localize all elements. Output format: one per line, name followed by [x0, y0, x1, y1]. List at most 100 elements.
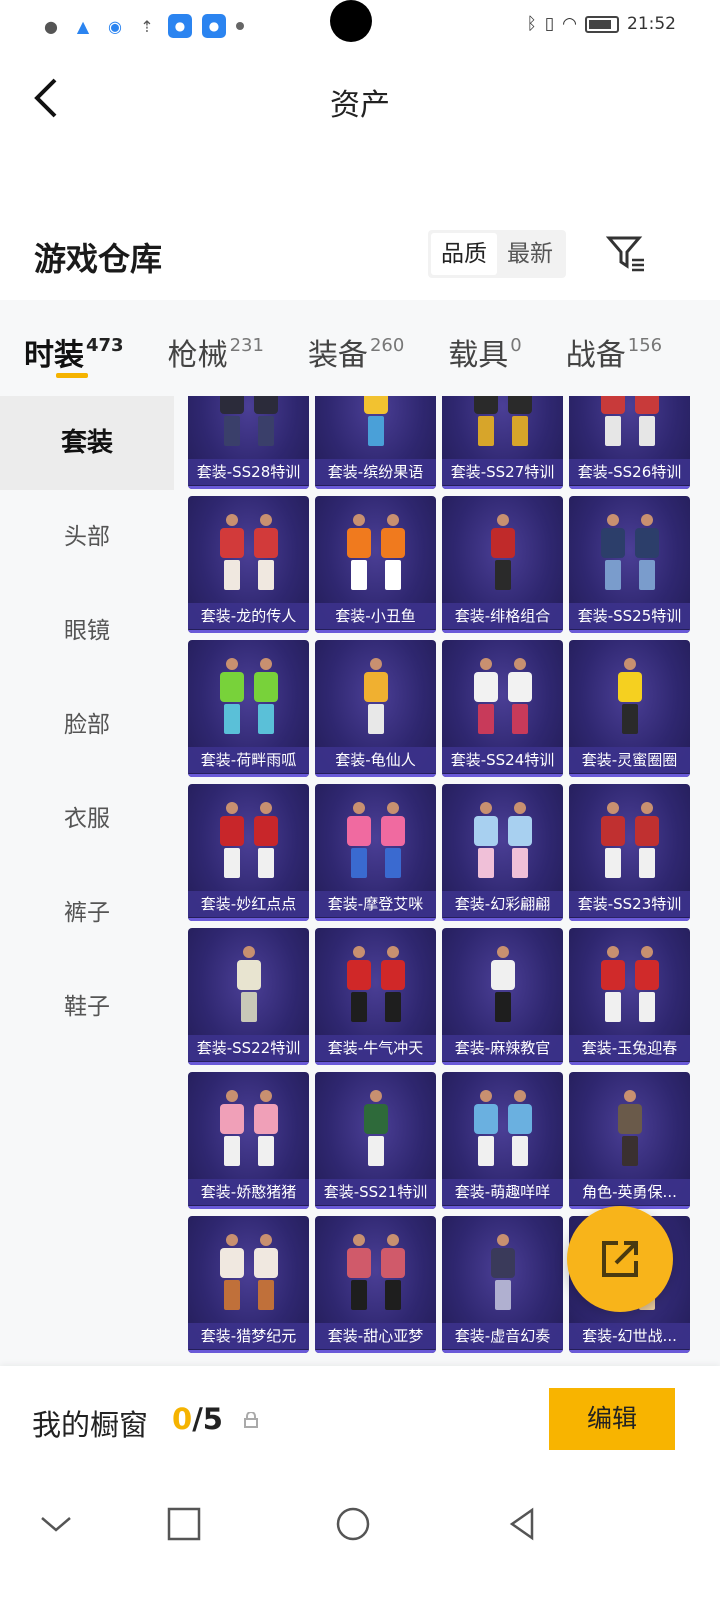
side-item-clothes[interactable]: 衣服	[0, 772, 174, 866]
item-card[interactable]: 套装-缤纷果语	[315, 396, 436, 489]
item-card[interactable]: 套装-摩登艾咪	[315, 784, 436, 921]
figure-torso	[634, 816, 659, 846]
figure-torso	[346, 960, 371, 990]
tab-label: 时装	[24, 338, 84, 373]
circle-icon[interactable]	[333, 1504, 373, 1544]
tab-equipment[interactable]: 装备 260	[308, 300, 404, 396]
figure-head	[259, 802, 272, 814]
qq-browser-icon: ◉	[108, 16, 122, 36]
figure-torso	[219, 528, 244, 558]
item-card[interactable]: 套装-猎梦纪元	[188, 1216, 309, 1353]
item-card[interactable]: 套装-SS27特训	[442, 396, 563, 489]
item-card[interactable]: 角色-英勇保...	[569, 1072, 690, 1209]
showcase-total: /5	[192, 1402, 223, 1436]
figure-torso	[490, 960, 515, 990]
item-card[interactable]: 套装-甜心亚梦	[315, 1216, 436, 1353]
item-thumbnail	[442, 396, 563, 454]
outfit-figure	[600, 946, 626, 1026]
item-card[interactable]: 套装-牛气冲天	[315, 928, 436, 1065]
item-card[interactable]: 套装-虚音幻奏	[442, 1216, 563, 1353]
item-card[interactable]: 套装-SS21特训	[315, 1072, 436, 1209]
showcase-label: 我的橱窗	[32, 1408, 149, 1442]
item-label: 套装-缤纷果语	[315, 459, 436, 485]
item-card[interactable]: 套装-绯格组合	[442, 496, 563, 633]
figure-head	[225, 802, 238, 814]
figure-legs	[477, 1136, 494, 1166]
side-item-head[interactable]: 头部	[0, 490, 174, 584]
vibrate-icon: ▯	[544, 14, 555, 34]
figure-torso	[253, 1104, 278, 1134]
figure-legs	[477, 704, 494, 734]
figure-legs	[511, 704, 528, 734]
item-card[interactable]: 套装-SS28特训	[188, 396, 309, 489]
square-icon[interactable]	[164, 1504, 204, 1544]
outfit-figure	[507, 658, 533, 738]
tab-fashion[interactable]: 时装 473	[24, 300, 124, 396]
outfit-figure	[380, 1234, 406, 1314]
outfit-figure	[507, 802, 533, 882]
figure-legs	[638, 416, 655, 446]
upload-icon: ⇡	[140, 16, 154, 36]
item-thumbnail	[315, 514, 436, 598]
item-thumbnail	[569, 396, 690, 454]
item-card[interactable]: 套装-SS23特训	[569, 784, 690, 921]
tab-guns[interactable]: 枪械 231	[168, 300, 264, 396]
item-card[interactable]: 套装-SS25特训	[569, 496, 690, 633]
side-item-suits[interactable]: 套装	[0, 396, 174, 490]
figure-torso	[219, 396, 244, 414]
figure-legs	[223, 416, 240, 446]
item-card[interactable]: 套装-灵蜜圈圈	[569, 640, 690, 777]
figure-torso	[617, 1104, 642, 1134]
showcase-current: 0	[172, 1402, 193, 1436]
item-card[interactable]: 套装-龙的传人	[188, 496, 309, 633]
figure-torso	[253, 528, 278, 558]
figure-torso	[490, 528, 515, 558]
edit-button[interactable]: 编辑	[549, 1388, 675, 1450]
side-item-shoes[interactable]: 鞋子	[0, 960, 174, 1054]
item-card[interactable]: 套装-SS22特训	[188, 928, 309, 1065]
figure-head	[496, 1234, 509, 1246]
item-card[interactable]: 套装-萌趣咩咩	[442, 1072, 563, 1209]
item-card[interactable]: 套装-SS26特训	[569, 396, 690, 489]
figure-torso	[253, 816, 278, 846]
dot-icon	[236, 22, 244, 30]
outfit-figure	[219, 1090, 245, 1170]
item-card[interactable]: 套装-玉兔迎春	[569, 928, 690, 1065]
filter-button[interactable]	[605, 232, 648, 274]
side-item-pants[interactable]: 裤子	[0, 866, 174, 960]
system-nav-bar	[0, 1476, 720, 1600]
chevron-down-icon[interactable]	[36, 1504, 76, 1544]
figure-head	[479, 802, 492, 814]
outfit-figure	[346, 802, 372, 882]
outfit-figure	[346, 946, 372, 1026]
figure-head	[259, 1090, 272, 1102]
tab-supplies[interactable]: 战备 156	[566, 300, 662, 396]
figure-legs	[638, 992, 655, 1022]
item-card[interactable]: 套装-娇憨猪猪	[188, 1072, 309, 1209]
item-card[interactable]: 套装-SS24特训	[442, 640, 563, 777]
sort-latest[interactable]: 最新	[497, 233, 563, 275]
triangle-back-icon[interactable]	[502, 1504, 542, 1544]
item-card[interactable]: 套装-妙红点点	[188, 784, 309, 921]
figure-torso	[219, 816, 244, 846]
figure-torso	[617, 672, 642, 702]
outfit-figure	[253, 1234, 279, 1314]
share-button[interactable]	[567, 1206, 673, 1312]
item-card[interactable]: 套装-荷畔雨呱	[188, 640, 309, 777]
sort-quality[interactable]: 品质	[431, 233, 497, 275]
tab-label: 战备	[565, 338, 626, 373]
item-card[interactable]: 套装-小丑鱼	[315, 496, 436, 633]
item-card[interactable]: 套装-幻彩翩翩	[442, 784, 563, 921]
tab-vehicles[interactable]: 载具 0	[448, 300, 521, 396]
item-thumbnail	[569, 802, 690, 886]
outfit-figure	[473, 1090, 499, 1170]
item-card[interactable]: 套装-麻辣教官	[442, 928, 563, 1065]
wechat-icon: ●	[44, 16, 58, 36]
outfit-figure	[363, 1090, 389, 1170]
side-item-face[interactable]: 脸部	[0, 678, 174, 772]
outfit-figure	[380, 946, 406, 1026]
figure-legs	[257, 848, 274, 878]
item-card[interactable]: 套装-龟仙人	[315, 640, 436, 777]
tab-count: 473	[86, 335, 124, 356]
side-item-glasses[interactable]: 眼镜	[0, 584, 174, 678]
